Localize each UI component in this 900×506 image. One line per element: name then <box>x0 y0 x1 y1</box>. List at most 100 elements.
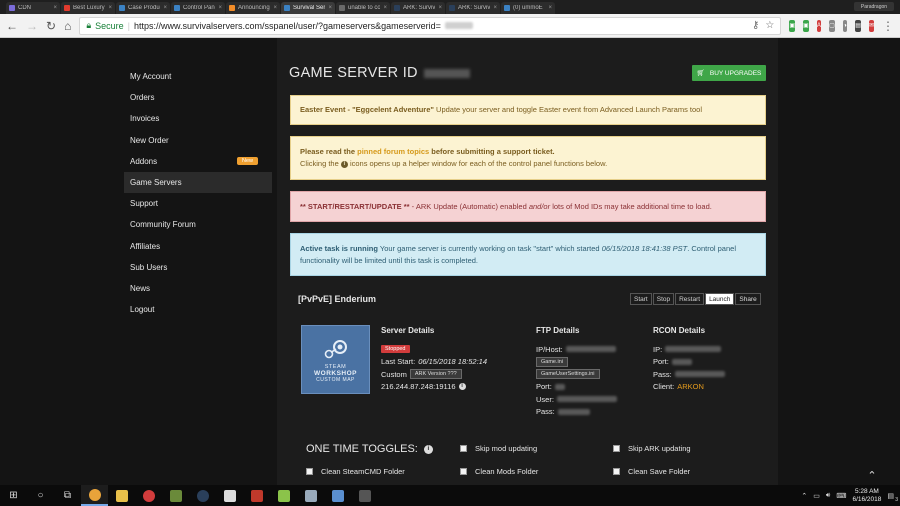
checkbox[interactable] <box>613 445 620 452</box>
sidebar-item-affiliates[interactable]: Affiliates <box>124 236 272 257</box>
browser-tab[interactable]: CDN × <box>6 2 60 14</box>
stop-button[interactable]: Stop <box>652 293 675 305</box>
extension-green-icon[interactable]: ▣ <box>789 19 795 32</box>
forward-icon[interactable]: → <box>26 19 38 33</box>
close-icon[interactable]: × <box>163 5 167 11</box>
steam-icon[interactable] <box>189 485 216 506</box>
close-icon[interactable]: × <box>108 5 112 11</box>
clean-steamcmd-toggle[interactable]: Clean SteamCMD Folder <box>306 467 405 476</box>
pinned-topics-link[interactable]: pinned forum topics <box>357 147 429 156</box>
task-view-icon[interactable]: ⧉ <box>54 485 81 506</box>
skip-mod-updating-toggle[interactable]: Skip mod updating <box>460 444 537 453</box>
windows-start-icon[interactable]: ⊞ <box>0 485 27 506</box>
close-icon[interactable]: × <box>438 5 442 11</box>
rcon-client-link[interactable]: ARKON <box>677 382 704 391</box>
redacted-value <box>671 358 692 365</box>
menu-icon[interactable]: ⋮ <box>882 19 894 33</box>
filezilla-icon[interactable] <box>243 485 270 506</box>
game-ini-button[interactable]: Game.ini <box>536 356 569 367</box>
checkbox[interactable] <box>460 468 467 475</box>
close-icon[interactable]: × <box>493 5 497 11</box>
network-icon[interactable] <box>324 485 351 506</box>
close-icon[interactable]: × <box>548 5 552 11</box>
ark-version-button[interactable]: ARK Version ??? <box>409 369 462 380</box>
home-icon[interactable]: ⌂ <box>64 19 71 33</box>
sidebar-item-orders[interactable]: Orders <box>124 87 272 108</box>
extension-dark-icon[interactable]: ▤ <box>855 19 861 32</box>
browser-tab[interactable]: ARK: Survival× <box>391 2 445 14</box>
file-explorer-icon[interactable] <box>108 485 135 506</box>
extension-red-icon[interactable]: ✉ <box>868 19 874 32</box>
clock[interactable]: 5:28 AM 6/16/2018 <box>852 488 881 504</box>
page-icon <box>119 5 125 11</box>
profile-button[interactable]: Paradragon <box>854 2 894 11</box>
sidebar-item-new-order[interactable]: New Order <box>124 130 272 151</box>
sidebar-item-invoices[interactable]: Invoices <box>124 108 272 129</box>
volume-icon[interactable]: 🔊︎ <box>826 492 830 500</box>
sidebar-item-my-account[interactable]: My Account <box>124 66 272 87</box>
app-icon[interactable] <box>216 485 243 506</box>
info-icon[interactable]: i <box>423 444 433 454</box>
chevron-up-icon[interactable]: ⌃ <box>801 492 807 500</box>
notification-icon[interactable]: ▤ 3 <box>887 492 898 503</box>
browser-tab[interactable]: ARK: Survival× <box>446 2 500 14</box>
lock-icon: 🔒︎ <box>86 20 92 30</box>
browser-tab-active[interactable]: Survival Serv × <box>281 2 335 14</box>
start-button[interactable]: Start <box>630 293 652 305</box>
server-address: 216.244.87.248:19116 <box>381 382 456 392</box>
clean-mods-toggle[interactable]: Clean Mods Folder <box>460 467 538 476</box>
browser-tab[interactable]: Announcing × <box>226 2 280 14</box>
sidebar-item-news[interactable]: News <box>124 278 272 299</box>
close-icon[interactable]: × <box>328 5 332 11</box>
one-time-toggles-heading: ONE TIME TOGGLES: i <box>306 443 433 455</box>
extension-grey-icon[interactable]: ▢ <box>829 19 835 32</box>
skip-ark-updating-toggle[interactable]: Skip ARK updating <box>613 444 691 453</box>
sidebar-item-game-servers[interactable]: Game Servers <box>124 171 272 194</box>
network-icon[interactable]: ▭ <box>813 492 820 500</box>
media-player-icon[interactable] <box>135 485 162 506</box>
browser-tab[interactable]: Control Pane × <box>171 2 225 14</box>
launch-button[interactable]: Launch <box>705 293 735 305</box>
reload-icon[interactable]: ↻ <box>46 19 56 33</box>
close-icon[interactable]: × <box>273 5 277 11</box>
checkbox[interactable] <box>460 445 467 452</box>
sidebar-item-logout[interactable]: Logout <box>124 299 272 320</box>
restart-button[interactable]: Restart <box>675 293 705 305</box>
checkbox[interactable] <box>306 468 313 475</box>
buy-upgrades-button[interactable]: 🛒︎ BUY UPGRADES <box>692 65 766 81</box>
close-icon[interactable]: × <box>383 5 387 11</box>
remote-desktop-icon[interactable] <box>297 485 324 506</box>
sidebar-item-addons[interactable]: Addons New <box>124 151 272 172</box>
sidebar-item-support[interactable]: Support <box>124 193 272 214</box>
clean-save-toggle[interactable]: Clean Save Folder <box>613 467 690 476</box>
keyboard-icon[interactable]: ⌨ <box>836 492 846 500</box>
minecraft-icon[interactable] <box>162 485 189 506</box>
last-start-value: 06/15/2018 18:52:14 <box>418 357 488 367</box>
star-icon[interactable]: ☆ <box>765 20 774 31</box>
browser-tab[interactable]: unable to co × <box>336 2 390 14</box>
address-bar[interactable]: 🔒︎ Secure | https://www.survivalservers.… <box>79 16 782 35</box>
scroll-top-icon[interactable]: ⌃ <box>861 465 883 485</box>
extension-grey-icon[interactable]: ◑ <box>842 19 848 32</box>
chrome-icon[interactable] <box>81 485 108 506</box>
sidebar-item-sub-users[interactable]: Sub Users <box>124 257 272 278</box>
close-icon[interactable]: × <box>53 5 57 11</box>
browser-tab[interactable]: Best Luxury × <box>61 2 115 14</box>
browser-tab[interactable]: (0) ummoE × <box>501 2 555 14</box>
info-icon[interactable]: i <box>458 383 466 391</box>
gameusersettings-ini-button[interactable]: GameUserSettings.ini <box>536 369 600 380</box>
extension-green-icon[interactable]: ▣ <box>802 19 809 32</box>
search-icon[interactable]: ○ <box>27 485 54 506</box>
adblock-icon[interactable]: A <box>816 19 822 32</box>
key-icon[interactable]: ⚷ <box>752 20 759 31</box>
notepad-icon[interactable] <box>270 485 297 506</box>
sidebar-item-community-forum[interactable]: Community Forum <box>124 214 272 235</box>
share-button[interactable]: Share <box>735 293 761 305</box>
page-icon <box>284 5 290 11</box>
browser-tab[interactable]: Case Produc × <box>116 2 170 14</box>
back-icon[interactable]: ← <box>6 19 18 33</box>
app-icon[interactable] <box>351 485 378 506</box>
windows-taskbar: ⊞ ○ ⧉ ⌃ ▭ 🔊︎ ⌨ 5:28 AM 6/16/2018 ▤ 3 <box>0 485 900 506</box>
checkbox[interactable] <box>613 468 620 475</box>
close-icon[interactable]: × <box>218 5 222 11</box>
